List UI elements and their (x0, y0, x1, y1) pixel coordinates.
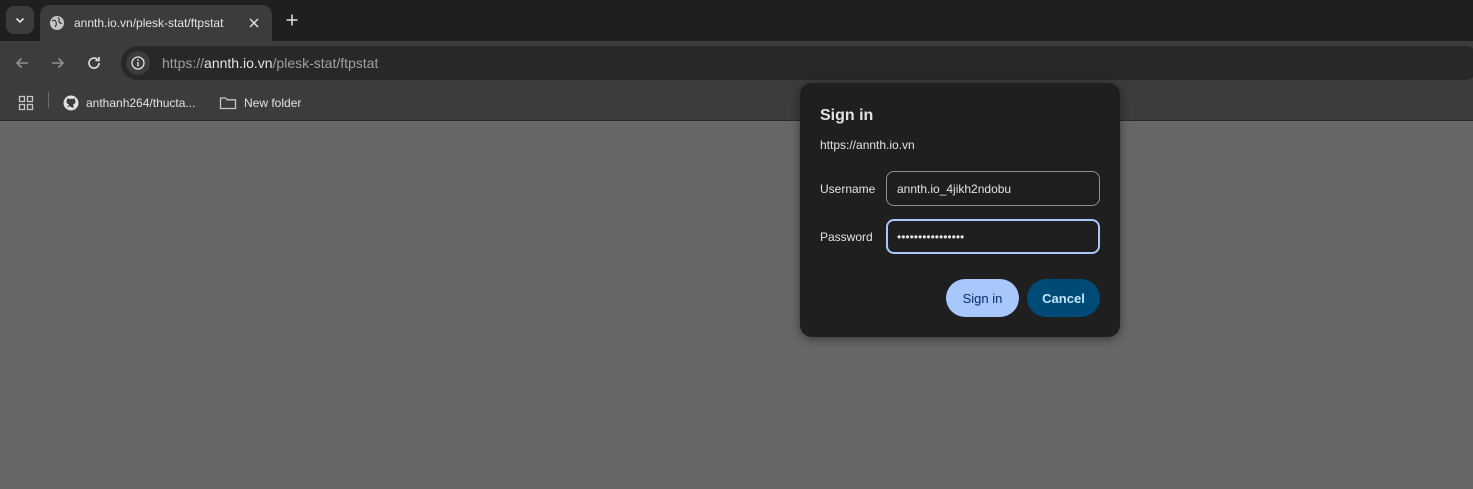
close-icon (249, 18, 259, 28)
arrow-right-icon (52, 57, 65, 69)
bookmark-folder[interactable]: New folder (219, 91, 301, 115)
site-info-button[interactable] (126, 51, 150, 75)
reload-button[interactable] (82, 51, 106, 75)
url-scheme: https:// (162, 55, 205, 71)
folder-icon (219, 97, 237, 110)
sign-in-dialog: Sign in https://annth.io.vn Username ann… (800, 83, 1120, 337)
chevron-down-icon (15, 17, 25, 24)
dialog-title: Sign in (820, 107, 874, 124)
bookmarks-separator (48, 92, 49, 108)
bookmarks-bar: anthanh264/thucta... New folder (0, 85, 1473, 121)
dialog-origin: https://annth.io.vn (820, 138, 915, 152)
url-text: https://annth.io.vn/plesk-stat/ftpstat (162, 55, 378, 71)
globe-icon (50, 16, 64, 30)
github-icon (63, 95, 79, 111)
username-label: Username (820, 182, 876, 196)
forward-button[interactable] (46, 51, 70, 75)
bookmark-github[interactable]: anthanh264/thucta... (63, 91, 195, 115)
address-bar[interactable]: https://annth.io.vn/plesk-stat/ftpstat (121, 46, 1473, 80)
sign-in-button[interactable]: Sign in (946, 279, 1019, 317)
back-button[interactable] (10, 51, 34, 75)
tab-search-button[interactable] (6, 6, 34, 34)
reload-icon (88, 57, 100, 69)
bookmark-label: anthanh264/thucta... (86, 96, 196, 110)
arrow-left-icon (15, 57, 28, 69)
apps-button[interactable] (18, 91, 34, 115)
url-host: annth.io.vn (204, 55, 273, 71)
cancel-button[interactable]: Cancel (1027, 279, 1100, 317)
apps-grid-icon (18, 95, 34, 111)
plus-icon (286, 14, 298, 26)
bookmark-label: New folder (244, 96, 302, 110)
url-path: /plesk-stat/ftpstat (272, 55, 379, 71)
close-tab-button[interactable] (246, 15, 262, 31)
username-field[interactable]: annth.io_4jikh2ndobu (886, 171, 1100, 206)
browser-toolbar: https://annth.io.vn/plesk-stat/ftpstat (0, 41, 1473, 85)
password-field[interactable]: •••••••••••••••• (886, 219, 1100, 254)
tab-strip: annth.io.vn/plesk-stat/ftpstat (0, 0, 1473, 41)
tab-title: annth.io.vn/plesk-stat/ftpstat (74, 16, 224, 30)
password-label: Password (820, 230, 873, 244)
new-tab-button[interactable] (282, 10, 302, 30)
info-icon (131, 56, 145, 70)
active-tab[interactable]: annth.io.vn/plesk-stat/ftpstat (40, 5, 272, 41)
page-content (0, 121, 1473, 489)
